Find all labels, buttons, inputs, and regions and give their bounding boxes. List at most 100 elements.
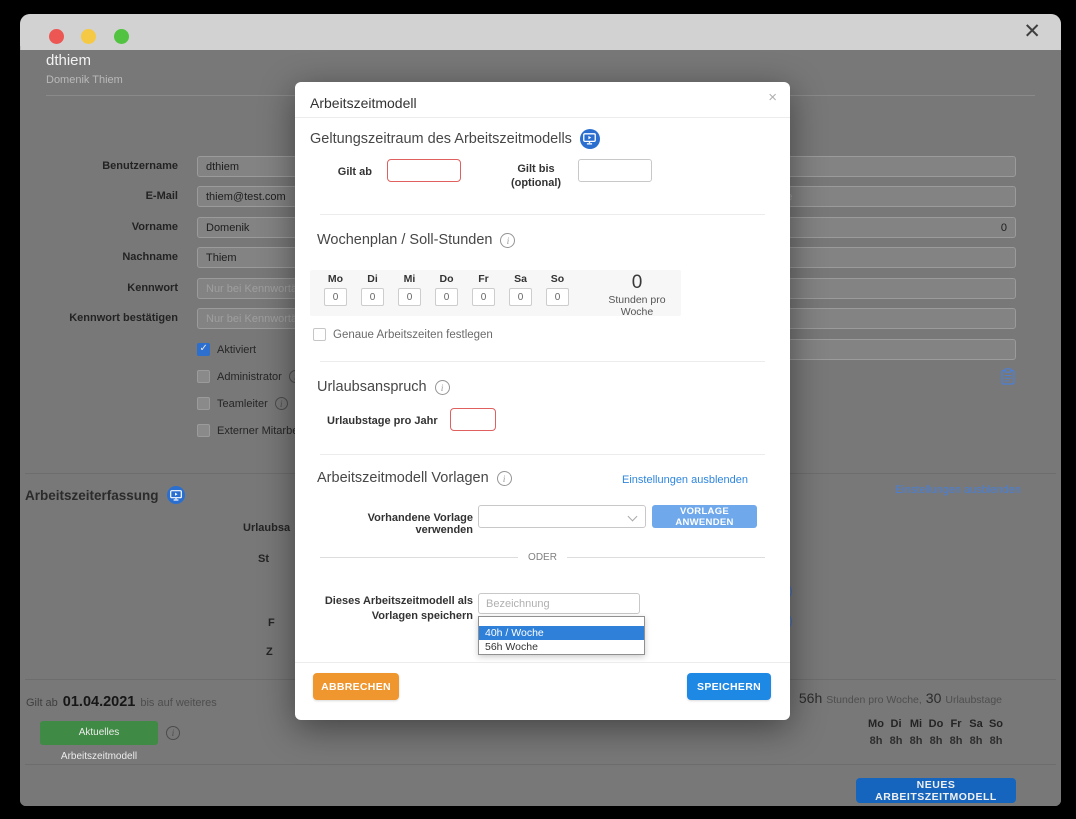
total-hours-label: Stunden pro Woche bbox=[598, 294, 676, 318]
save-as-template-label-line2: Vorlagen speichern bbox=[315, 609, 473, 624]
weekday-label: Sa bbox=[502, 273, 539, 285]
dropdown-option-56h[interactable]: 56h Woche bbox=[479, 640, 644, 654]
hours-per-week-value: 56h bbox=[799, 690, 822, 706]
day-hours: 8h bbox=[966, 733, 986, 750]
divider bbox=[320, 454, 765, 455]
tutorial-video-icon[interactable] bbox=[167, 486, 185, 504]
chevron-down-icon bbox=[628, 512, 638, 522]
page-subtitle: Domenik Thiem bbox=[46, 74, 123, 86]
or-label: ODER bbox=[528, 552, 557, 563]
total-hours-value: 0 bbox=[598, 272, 676, 294]
valid-from-input[interactable] bbox=[387, 159, 461, 182]
valid-to-label: Gilt bis (optional) bbox=[500, 162, 572, 190]
weekplan-days: Mo Di Mi Do bbox=[317, 273, 576, 306]
timetracking-title-text: Arbeitszeiterfassung bbox=[25, 488, 159, 503]
cancel-button[interactable]: ABBRECHEN bbox=[313, 673, 399, 700]
valid-from-prefix: Gilt ab bbox=[26, 697, 58, 709]
vacation-days-input[interactable] bbox=[450, 408, 496, 431]
checkbox-row-administrator[interactable]: Administrator bbox=[197, 370, 302, 383]
day-header: Di bbox=[886, 716, 906, 733]
templates-info-icon[interactable] bbox=[497, 471, 512, 486]
administrator-checkbox[interactable] bbox=[197, 370, 210, 383]
templates-section-title: Arbeitszeitmodell Vorlagen bbox=[317, 470, 512, 486]
template-select[interactable] bbox=[478, 505, 646, 528]
page-settings-toggle-link[interactable]: Einstellungen ausblenden bbox=[895, 484, 1021, 496]
save-as-template-label: Dieses Arbeitszeitmodell als Vorlagen sp… bbox=[315, 594, 473, 624]
vacation-days-value: 30 bbox=[926, 690, 942, 706]
weekday-label: Mo bbox=[317, 273, 354, 285]
weekday-column: Mo bbox=[317, 273, 354, 306]
weekday-hours-input[interactable] bbox=[546, 288, 569, 306]
template-suggestions-dropdown: 40h / Woche 56h Woche bbox=[478, 616, 645, 655]
day-hours: 8h bbox=[906, 733, 926, 750]
weekday-column: Sa bbox=[502, 273, 539, 306]
new-model-button[interactable]: NEUES ARBEITSZEITMODELL bbox=[856, 778, 1016, 803]
aktiviert-checkbox[interactable] bbox=[197, 343, 210, 356]
maximize-traffic-light[interactable] bbox=[114, 29, 129, 44]
apply-template-button[interactable]: VORLAGE ANWENDEN bbox=[652, 505, 757, 528]
divider bbox=[320, 361, 765, 362]
weekday-hours-input[interactable] bbox=[509, 288, 532, 306]
title-bar: ✕ bbox=[20, 14, 1061, 50]
valid-to-label-line2: (optional) bbox=[500, 176, 572, 190]
weekday-hours-input[interactable] bbox=[435, 288, 458, 306]
covered-label-z: Z bbox=[266, 646, 273, 658]
divider bbox=[295, 117, 790, 118]
current-model-info-icon[interactable] bbox=[166, 726, 180, 740]
weekplan-panel: Mo Di Mi Do bbox=[310, 270, 681, 316]
exact-times-row[interactable]: Genaue Arbeitszeiten festlegen bbox=[313, 328, 493, 341]
dropdown-option-empty[interactable] bbox=[479, 617, 644, 626]
day-header: So bbox=[986, 716, 1006, 733]
lastname-label: Nachname bbox=[20, 251, 178, 263]
vacation-title-text: Urlaubsanspruch bbox=[317, 379, 427, 395]
clipboard-icon[interactable] bbox=[1001, 368, 1015, 385]
weekplan-section-title: Wochenplan / Soll-Stunden bbox=[317, 232, 515, 248]
current-week-table: Mo Di Mi Do Fr Sa So 8h 8h 8h 8h 8h 8h 8… bbox=[866, 716, 1006, 750]
current-model-badge[interactable]: Aktuelles Arbeitszeitmodell bbox=[40, 721, 158, 745]
modal-settings-toggle-link[interactable]: Einstellungen ausblenden bbox=[622, 474, 748, 486]
timetracking-section-title: Arbeitszeiterfassung bbox=[25, 486, 185, 504]
valid-until-text: bis auf weiteres bbox=[140, 697, 216, 709]
aktiviert-label: Aktiviert bbox=[217, 344, 256, 356]
day-hours: 8h bbox=[986, 733, 1006, 750]
checkbox-row-teamleiter[interactable]: Teamleiter bbox=[197, 397, 288, 410]
email-label: E-Mail bbox=[20, 190, 178, 202]
teamleiter-info-icon[interactable] bbox=[275, 397, 288, 410]
weekday-hours-input[interactable] bbox=[361, 288, 384, 306]
password-confirm-label: Kennwort bestätigen bbox=[20, 312, 178, 324]
weekday-hours-input[interactable] bbox=[398, 288, 421, 306]
weekday-label: So bbox=[539, 273, 576, 285]
dropdown-option-40h[interactable]: 40h / Woche bbox=[479, 626, 644, 640]
validity-section-title: Geltungszeitraum des Arbeitszeitmodells bbox=[310, 129, 600, 149]
divider bbox=[320, 557, 518, 558]
day-header: Mo bbox=[866, 716, 886, 733]
valid-to-input[interactable] bbox=[578, 159, 652, 182]
teamleiter-checkbox[interactable] bbox=[197, 397, 210, 410]
dialog-close-icon[interactable]: × bbox=[768, 89, 777, 106]
vacation-info-icon[interactable] bbox=[435, 380, 450, 395]
minimize-traffic-light[interactable] bbox=[81, 29, 96, 44]
externer-mitarbeiter-checkbox[interactable] bbox=[197, 424, 210, 437]
template-name-input[interactable] bbox=[478, 593, 640, 614]
username-label: Benutzername bbox=[20, 160, 178, 172]
weekday-hours-input[interactable] bbox=[472, 288, 495, 306]
exact-times-checkbox[interactable] bbox=[313, 328, 326, 341]
window-close-icon[interactable]: ✕ bbox=[1023, 17, 1041, 47]
weekday-label: Fr bbox=[465, 273, 502, 285]
weekplan-title-text: Wochenplan / Soll-Stunden bbox=[317, 232, 492, 248]
model-summary: 56h Stunden pro Woche, 30 Urlaubstage bbox=[799, 690, 1002, 706]
close-traffic-light[interactable] bbox=[49, 29, 64, 44]
divider bbox=[320, 214, 765, 215]
divider bbox=[295, 662, 790, 663]
week-hours-row: 8h 8h 8h 8h 8h 8h 8h bbox=[866, 733, 1006, 750]
validity-title-text: Geltungszeitraum des Arbeitszeitmodells bbox=[310, 131, 572, 147]
tutorial-video-icon[interactable] bbox=[580, 129, 600, 149]
exact-times-label: Genaue Arbeitszeiten festlegen bbox=[333, 329, 493, 341]
divider bbox=[25, 764, 1056, 765]
weekplan-info-icon[interactable] bbox=[500, 233, 515, 248]
weekday-column: Do bbox=[428, 273, 465, 306]
weekday-hours-input[interactable] bbox=[324, 288, 347, 306]
checkbox-row-aktiviert[interactable]: Aktiviert bbox=[197, 343, 256, 356]
weekday-column: Mi bbox=[391, 273, 428, 306]
save-button[interactable]: SPEICHERN bbox=[687, 673, 771, 700]
